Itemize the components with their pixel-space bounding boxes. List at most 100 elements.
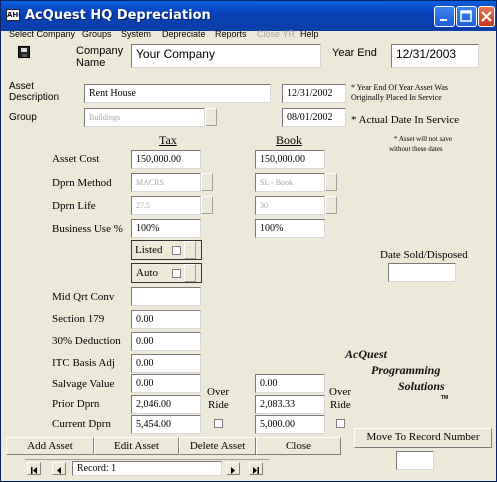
minimize-icon	[440, 19, 447, 21]
auto-button[interactable]	[184, 264, 196, 282]
date-sold-field[interactable]	[388, 263, 456, 282]
tax-asset-cost-field[interactable]: 150,000.00	[131, 150, 201, 169]
deduction-30-label: 30% Deduction	[52, 335, 121, 347]
maximize-icon	[460, 10, 472, 22]
mid-qrt-conv-field[interactable]	[131, 287, 201, 306]
window-title: AcQuest HQ Depreciation	[25, 8, 211, 23]
add-asset-button[interactable]: Add Asset	[6, 437, 94, 455]
deduction-30-field[interactable]: 0.00	[131, 332, 201, 351]
book-dprn-life-button[interactable]	[325, 196, 337, 214]
record-number-field[interactable]	[396, 451, 434, 470]
close-button[interactable]: Close	[256, 437, 341, 455]
menu-system[interactable]: System	[121, 29, 151, 39]
close-window-button[interactable]	[478, 6, 495, 27]
book-business-use-field[interactable]: 100%	[255, 219, 325, 238]
dprn-method-label: Dprn Method	[52, 177, 112, 189]
book-salvage-value-field[interactable]: 0.00	[255, 374, 325, 393]
tax-override-label-2: Ride	[208, 399, 229, 411]
itc-basis-adj-label: ITC Basis Adj	[52, 357, 115, 369]
year-end-in-service-field[interactable]: 12/31/2002	[282, 84, 346, 103]
tax-dprn-life-button[interactable]	[201, 196, 213, 214]
tax-business-use-field[interactable]: 100%	[131, 219, 201, 238]
salvage-value-label: Salvage Value	[52, 378, 115, 390]
company-name-label-2: Name	[76, 57, 106, 69]
section-179-field[interactable]: 0.00	[131, 310, 201, 329]
company-name-label-1: Company	[76, 45, 124, 57]
record-navigator: Record: 1	[25, 459, 270, 476]
year-end-note-1: * Year End Of Year Asset Was	[351, 83, 448, 92]
menu-help[interactable]: Help	[300, 29, 319, 39]
tax-dprn-method-dropdown[interactable]: MACRS	[131, 173, 201, 192]
listed-group: Listed	[131, 240, 202, 260]
date-sold-label: Date Sold/Disposed	[380, 249, 468, 261]
listed-label: Listed	[135, 244, 163, 256]
menu-bar: Select Company Groups System Depreciate …	[1, 27, 496, 43]
auto-checkbox[interactable]	[172, 269, 181, 278]
previous-record-button[interactable]	[52, 462, 66, 475]
app-icon: AHQ	[6, 9, 20, 21]
previous-record-icon	[57, 467, 61, 474]
asset-description-label-1: Asset	[9, 81, 35, 92]
asset-cost-label: Asset Cost	[52, 153, 100, 165]
asset-description-field[interactable]: Rent House	[84, 84, 271, 103]
book-current-dprn-field[interactable]: 5,000.00	[255, 415, 325, 434]
tax-current-dprn-field[interactable]: 5,454.00	[131, 415, 201, 434]
minimize-button[interactable]	[434, 6, 455, 27]
year-end-field[interactable]: 12/31/2003	[391, 44, 479, 68]
menu-select-company[interactable]: Select Company	[9, 29, 75, 39]
listed-checkbox[interactable]	[172, 246, 181, 255]
logo-line-2: Programming	[371, 363, 441, 377]
book-asset-cost-field[interactable]: 150,000.00	[255, 150, 325, 169]
book-dprn-method-button[interactable]	[325, 173, 337, 191]
current-dprn-label: Current Dprn	[52, 418, 111, 430]
book-prior-dprn-field[interactable]: 2,083.33	[255, 395, 325, 414]
next-record-button[interactable]	[226, 462, 240, 475]
section-179-label: Section 179	[52, 313, 105, 325]
tax-dprn-method-button[interactable]	[201, 173, 213, 191]
dprn-life-label: Dprn Life	[52, 200, 96, 212]
menu-groups[interactable]: Groups	[82, 29, 112, 39]
group-label: Group	[9, 112, 37, 123]
menu-reports[interactable]: Reports	[215, 29, 247, 39]
tax-column-header: Tax	[159, 133, 177, 147]
tax-override-label-1: Over	[207, 386, 229, 398]
book-dprn-method-dropdown[interactable]: SL - Book	[255, 173, 325, 192]
company-name-field[interactable]: Your Company	[131, 44, 321, 68]
actual-date-field[interactable]: 08/01/2002	[282, 108, 346, 127]
floppy-disk-icon[interactable]	[18, 46, 30, 58]
next-record-icon	[231, 467, 235, 474]
mid-qrt-conv-label: Mid Qrt Conv	[52, 291, 115, 303]
listed-button[interactable]	[184, 241, 196, 259]
auto-group: Auto	[131, 263, 202, 283]
itc-basis-adj-field[interactable]: 0.00	[131, 354, 201, 373]
book-column-header: Book	[276, 133, 303, 147]
save-note-1: * Asset will not save	[394, 135, 452, 143]
first-record-icon	[31, 467, 37, 474]
group-dropdown-button[interactable]	[205, 108, 217, 126]
logo-line-1: AcQuest	[345, 347, 387, 361]
delete-asset-button[interactable]: Delete Asset	[179, 437, 256, 455]
business-use-label: Business Use %	[52, 223, 123, 235]
app-window: AHQ AcQuest HQ Depreciation Select Compa…	[0, 0, 497, 482]
prior-dprn-label: Prior Dprn	[52, 398, 100, 410]
logo-line-3: Solutions	[398, 379, 445, 393]
logo-tm: TM	[441, 395, 449, 401]
last-record-button[interactable]	[249, 462, 263, 475]
move-to-record-button[interactable]: Move To Record Number	[354, 428, 492, 448]
edit-asset-button[interactable]: Edit Asset	[94, 437, 179, 455]
year-end-note-2: Originally Placed In Service	[351, 93, 442, 102]
menu-close-yr: Close YR	[257, 29, 295, 39]
menu-depreciate[interactable]: Depreciate	[162, 29, 206, 39]
tax-override-checkbox[interactable]	[214, 419, 223, 428]
tax-dprn-life-dropdown[interactable]: 27.5	[131, 196, 201, 215]
first-record-button[interactable]	[27, 462, 41, 475]
tax-prior-dprn-field[interactable]: 2,046.00	[131, 395, 201, 414]
group-dropdown[interactable]: Buildings	[84, 108, 205, 127]
actual-date-label: * Actual Date In Service	[351, 114, 460, 126]
last-record-icon	[253, 467, 259, 474]
maximize-button[interactable]	[456, 6, 477, 27]
tax-salvage-value-field[interactable]: 0.00	[131, 374, 201, 393]
book-dprn-life-dropdown[interactable]: 30	[255, 196, 325, 215]
book-override-checkbox[interactable]	[336, 419, 345, 428]
auto-label: Auto	[136, 267, 158, 279]
